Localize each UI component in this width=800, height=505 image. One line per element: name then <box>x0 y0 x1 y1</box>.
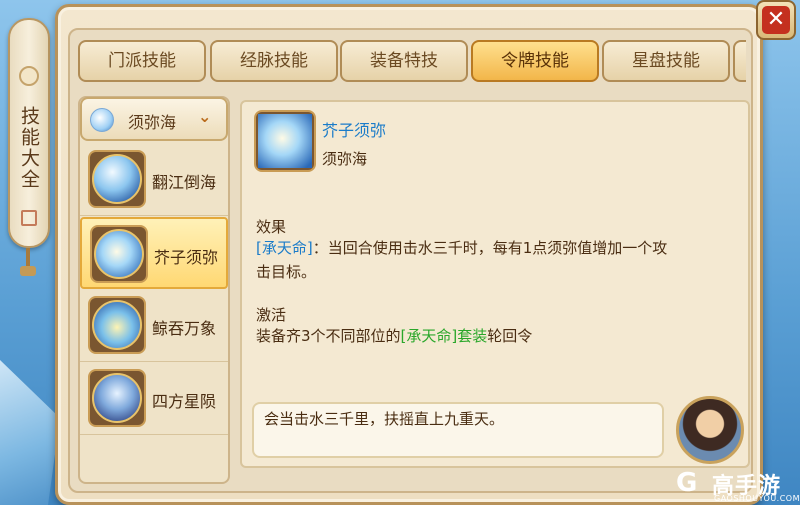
close-button[interactable]: ✕ <box>756 0 796 40</box>
skill-name: 芥子须弥 <box>154 248 219 267</box>
effect-tag: [承天命] <box>256 239 313 257</box>
chevron-down-icon: ⌄ <box>198 107 212 126</box>
skill-name: 翻江倒海 <box>152 173 217 192</box>
side-scroll-title: 技能大全 <box>18 106 40 190</box>
star-orb-icon <box>92 373 142 423</box>
skill-name: 鲸吞万象 <box>152 319 217 338</box>
effect-heading: 效果 <box>256 218 287 236</box>
skill-icon-frame <box>88 296 146 354</box>
skill-item-jingtun[interactable]: 鲸吞万象 <box>80 290 228 362</box>
effect-text-b: 击目标。 <box>256 263 317 281</box>
tab-bar: 门派技能 经脉技能 装备特技 令牌技能 星盘技能 <box>78 40 746 86</box>
tab-meridian-skills[interactable]: 经脉技能 <box>210 40 338 82</box>
activate-pre: 装备齐3个不同部位的 <box>256 327 401 345</box>
tab-equipment-skills[interactable]: 装备特技 <box>340 40 468 82</box>
swirl-orb-icon <box>258 114 312 168</box>
skill-item-fanjiang[interactable]: 翻江倒海 <box>80 144 228 216</box>
swirl-orb-icon <box>94 229 144 279</box>
skill-icon-frame <box>90 225 148 283</box>
seal-icon <box>21 210 37 226</box>
character-avatar <box>676 396 744 464</box>
tab-sect-skills[interactable]: 门派技能 <box>78 40 206 82</box>
activate-text: 装备齐3个不同部位的[承天命]套装轮回令 <box>256 324 736 348</box>
effect-text-a: ：当回合使用击水三千时，每有1点须弥值增加一个攻 <box>312 239 668 257</box>
whale-orb-icon <box>92 300 142 350</box>
skill-name: 四方星陨 <box>152 392 217 411</box>
side-scroll: 技能大全 <box>8 18 50 248</box>
sect-dropdown[interactable]: 须弥海 ⌄ <box>80 97 228 141</box>
sect-dropdown-value: 须弥海 <box>128 113 177 132</box>
quote-box: 会当击水三千里，扶摇直上九重天。 <box>252 402 664 458</box>
detail-skill-sect: 须弥海 <box>322 150 368 168</box>
tab-token-skills[interactable]: 令牌技能 <box>471 40 599 82</box>
skill-icon-frame <box>88 150 146 208</box>
close-icon: ✕ <box>762 6 790 34</box>
quote-text: 会当击水三千里，扶摇直上九重天。 <box>264 410 505 428</box>
skill-icon-frame <box>88 369 146 427</box>
tab-more[interactable] <box>733 40 746 82</box>
skill-item-sifang[interactable]: 四方星陨 <box>80 363 228 435</box>
detail-skill-icon-frame <box>254 110 316 172</box>
tassel-end-icon <box>20 266 36 276</box>
activate-post: 轮回令 <box>487 327 533 345</box>
activate-set: [承天命]套装 <box>400 327 488 345</box>
effect-text: [承天命]：当回合使用击水三千时，每有1点须弥值增加一个攻 击目标。 <box>256 236 736 284</box>
sect-emblem-icon <box>90 108 114 132</box>
watermark: G 高手游 GAOSHOUYOU.COM <box>676 466 800 505</box>
detail-skill-name: 芥子须弥 <box>322 121 387 140</box>
scroll-knob-icon <box>19 66 39 86</box>
tab-astrolabe-skills[interactable]: 星盘技能 <box>602 40 730 82</box>
watermark-url: GAOSHOUYOU.COM <box>714 494 800 503</box>
activate-heading: 激活 <box>256 306 287 324</box>
wave-orb-icon <box>92 154 142 204</box>
watermark-logo: G <box>676 468 698 498</box>
skill-item-jiezi[interactable]: 芥子须弥 <box>80 217 228 289</box>
